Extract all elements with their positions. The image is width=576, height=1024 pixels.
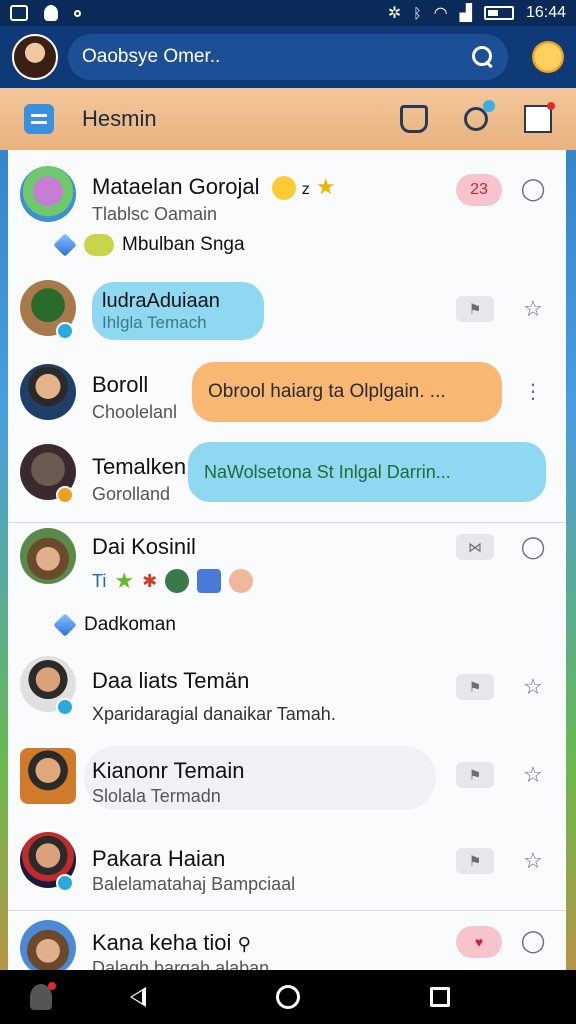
signal-icon: ▟: [459, 5, 472, 22]
chat-name: Dai Kosinil: [92, 534, 196, 559]
avatar: [20, 748, 76, 804]
chat-preview: Xparidaragial danaikar Tamah.: [92, 704, 336, 724]
navigation-bar: [0, 970, 576, 1024]
vibrate-icon: ✲: [387, 5, 402, 22]
chat-name: Pakara Haian: [92, 846, 226, 871]
hat-icon[interactable]: [400, 105, 428, 133]
avatar: [20, 920, 76, 970]
globe-icon: [165, 569, 190, 593]
star-outline-icon[interactable]: ☆: [520, 848, 546, 874]
chat-preview: Ti ★ ✱: [92, 568, 254, 594]
chat-preview: Slolala Termadn: [92, 786, 221, 806]
search-placeholder: Oaobsye Omer..: [82, 46, 221, 67]
divider: [8, 910, 566, 911]
gallery-icon: [10, 5, 28, 21]
chat-row[interactable]: ludraAduiaan Ihlgla Temach ⚑ ☆: [8, 276, 566, 356]
cube-icon: [53, 233, 77, 257]
profile-avatar[interactable]: [12, 34, 58, 80]
star-outline-icon[interactable]: ☆: [520, 762, 546, 788]
search-input[interactable]: Oaobsye Omer..: [68, 34, 508, 80]
star-outline-icon[interactable]: ☆: [520, 296, 546, 322]
cross-icon: [197, 569, 222, 593]
chat-name: Mataelan Gorojal z ★: [92, 174, 336, 201]
divider: [8, 522, 566, 523]
avatar: [20, 528, 76, 584]
status-bar: ✲ ᛒ ◠ ▟ 16:44: [0, 0, 576, 26]
chat-list[interactable]: Mataelan Gorojal z ★ Tlablsc Oamain 23 ◯…: [8, 150, 566, 970]
more-options-icon[interactable]: ⋮: [520, 378, 546, 404]
menu-icon[interactable]: [24, 104, 54, 134]
chat-name: Temalken: [92, 454, 187, 479]
flag-icon[interactable]: ⚑: [456, 296, 494, 322]
chat-row[interactable]: Temalken Gorolland NaWolsetona St Inlgal…: [8, 442, 566, 522]
chat-preview: Choolelanl: [92, 402, 178, 422]
flag-icon[interactable]: ⚑: [456, 848, 494, 874]
app-bar: Oaobsye Omer..: [0, 26, 576, 88]
heart-badge-icon[interactable]: ♥: [456, 926, 502, 958]
message-bubble[interactable]: ludraAduiaan Ihlgla Temach: [92, 282, 264, 340]
sub-item[interactable]: Mbulban Snga: [53, 233, 245, 257]
chat-row[interactable]: Kianonr Temain Slolala Termadn ⚑ ☆: [8, 744, 566, 824]
star-icon: ★: [315, 174, 336, 199]
chat-bubble-icon[interactable]: ◯: [520, 176, 546, 202]
unread-badge: 23: [456, 174, 502, 206]
cube-icon: [53, 613, 77, 637]
smiley-icon: [271, 176, 296, 201]
chat-bubble-icon[interactable]: ◯: [520, 928, 546, 954]
chat-row[interactable]: Mataelan Gorojal z ★ Tlablsc Oamain 23 ◯…: [8, 164, 566, 274]
chat-name: Daa liats Temän: [92, 668, 250, 693]
avatar: [20, 364, 76, 420]
dot-icon: [74, 9, 81, 17]
sub-item[interactable]: Dadkoman: [53, 613, 176, 637]
page-title: Hesmin: [82, 106, 157, 131]
chat-row[interactable]: Pakara Haian Balelamatahaj Bampciaal ⚑ ☆: [8, 830, 566, 910]
verified-badge-icon: [56, 874, 74, 892]
emoji-status-button[interactable]: [532, 41, 564, 73]
battery-icon: [483, 6, 514, 20]
tab-header: Hesmin: [0, 88, 576, 150]
chat-row[interactable]: Dai Kosinil Ti ★ ✱ ⋈ ◯ Dadkoman: [8, 528, 566, 650]
bluetooth-icon: ᛒ: [413, 5, 422, 21]
back-icon[interactable]: [130, 987, 146, 1007]
chat-bubble-icon[interactable]: ◯: [520, 534, 546, 560]
mute-icon[interactable]: ⋈: [456, 534, 494, 560]
app-notification-icon: [44, 5, 58, 21]
chat-preview: Balelamatahaj Bampciaal: [92, 874, 296, 894]
chat-preview: Tlablsc Oamain: [92, 204, 218, 224]
accessibility-icon[interactable]: [30, 982, 56, 1010]
chat-row[interactable]: Daa liats Temän Xparidaragial danaikar T…: [8, 652, 566, 742]
eyes-icon: [84, 234, 114, 256]
sparkle-icon: ✱: [142, 570, 158, 591]
status-time: 16:44: [525, 4, 566, 21]
face-icon: [229, 569, 254, 593]
flag-icon[interactable]: ⚑: [456, 674, 494, 700]
verified-badge-icon: [56, 698, 74, 716]
chat-name: Kana keha tioi ⚲: [92, 930, 251, 955]
home-icon[interactable]: [276, 985, 300, 1009]
wifi-icon: ◠: [433, 5, 448, 22]
recent-apps-icon[interactable]: [430, 987, 450, 1007]
flag-icon[interactable]: ⚑: [456, 762, 494, 788]
chat-row[interactable]: Kana keha tioi ⚲ Dalagh bargah alaban ♥ …: [8, 916, 566, 970]
avatar: [20, 166, 76, 222]
search-icon: ⚲: [237, 934, 251, 954]
verified-badge-icon: [56, 322, 74, 340]
star-icon: ★: [114, 568, 135, 593]
chat-name: Boroll: [92, 372, 149, 397]
message-bubble[interactable]: NaWolsetona St Inlgal Darrin...: [188, 442, 546, 502]
chat-preview: Dalagh bargah alaban: [92, 958, 270, 970]
add-friend-icon[interactable]: [464, 100, 495, 131]
new-chat-icon[interactable]: [524, 102, 555, 133]
star-outline-icon[interactable]: ☆: [520, 674, 546, 700]
chat-preview: Gorolland: [92, 484, 171, 504]
chat-name: Kianonr Temain: [92, 758, 245, 783]
message-bubble[interactable]: Obrool haiarg ta Olplgain. ...: [192, 362, 502, 422]
search-icon[interactable]: [472, 46, 494, 68]
chat-row[interactable]: Boroll Choolelanl Obrool haiarg ta Olplg…: [8, 360, 566, 440]
status-badge-icon: [56, 486, 74, 504]
